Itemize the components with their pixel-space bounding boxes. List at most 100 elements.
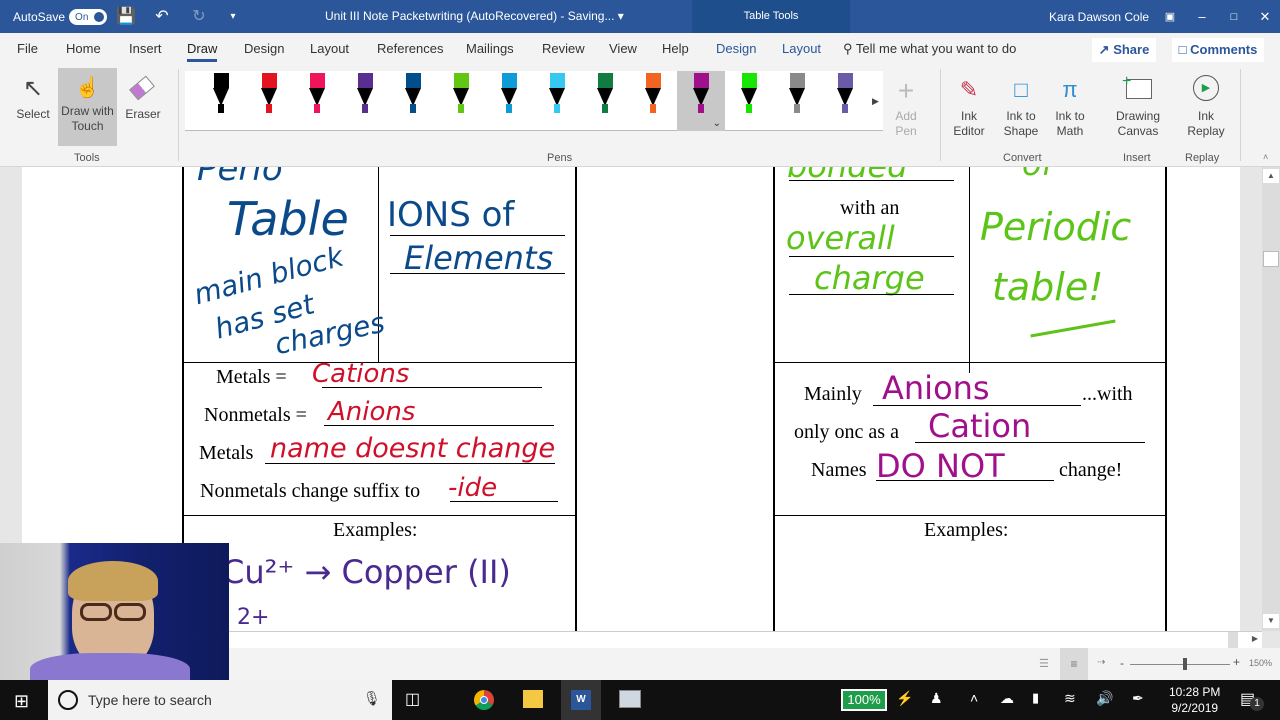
chevron-down-icon[interactable]: ⌄ bbox=[713, 118, 721, 129]
task-view-icon[interactable]: ◫ bbox=[405, 689, 420, 709]
close-button[interactable]: ✕ bbox=[1255, 7, 1275, 27]
status-bar: ☰ ≡ ⇢ - + 150% bbox=[229, 648, 1280, 680]
windows-start-icon[interactable]: ⊞ bbox=[14, 691, 29, 712]
pen-6[interactable] bbox=[485, 71, 533, 131]
add-pen-button[interactable]: + Add Pen bbox=[888, 77, 924, 147]
vertical-scrollbar[interactable]: ▲ ▼ bbox=[1262, 167, 1280, 631]
tab-home[interactable]: Home bbox=[66, 41, 101, 56]
zoom-out-button[interactable]: - bbox=[1120, 656, 1124, 670]
user-name[interactable]: Kara Dawson Cole bbox=[1049, 10, 1149, 24]
select-button[interactable]: ↖ Select bbox=[12, 71, 54, 141]
collapse-ribbon-icon[interactable]: ˄ bbox=[1263, 152, 1268, 162]
pen-7[interactable] bbox=[533, 71, 581, 131]
tell-me-search[interactable]: ⚲ Tell me what you want to do bbox=[843, 41, 1016, 57]
tab-help[interactable]: Help bbox=[662, 41, 689, 56]
zoom-in-button[interactable]: + bbox=[1233, 655, 1240, 669]
tab-mailings[interactable]: Mailings bbox=[466, 41, 514, 56]
tab-insert[interactable]: Insert bbox=[129, 41, 162, 56]
people-icon[interactable]: ♟ bbox=[930, 690, 943, 707]
scroll-up-icon[interactable]: ▲ bbox=[1263, 169, 1279, 183]
ink-ions-of: IONS of bbox=[387, 195, 515, 235]
pen-5[interactable] bbox=[437, 71, 485, 131]
zoom-slider[interactable] bbox=[1130, 664, 1230, 665]
battery-icon[interactable]: ▮ bbox=[1032, 690, 1039, 706]
suffix-label: Nonmetals change suffix to bbox=[200, 480, 421, 502]
tab-table-design[interactable]: Design bbox=[716, 41, 756, 56]
autosave-switch[interactable]: On bbox=[69, 9, 108, 25]
ink-elements: Elements bbox=[404, 239, 554, 277]
pen-workspace-icon[interactable]: ✒ bbox=[1132, 690, 1144, 707]
pens-scroll-right[interactable]: ▶ bbox=[872, 96, 879, 107]
taskbar-search[interactable]: Type here to search 🎙 bbox=[48, 680, 392, 720]
tab-view[interactable]: View bbox=[609, 41, 637, 56]
clock[interactable]: 10:28 PM 9/2/2019 bbox=[1169, 684, 1220, 716]
maximize-button[interactable]: □ bbox=[1224, 7, 1244, 27]
zoom-level[interactable]: 150% bbox=[1249, 658, 1272, 668]
action-center-icon[interactable]: ▤ 1 bbox=[1240, 689, 1264, 711]
pen-13[interactable] bbox=[821, 71, 869, 131]
ink-to-math-button[interactable]: π Ink to Math bbox=[1050, 73, 1090, 143]
app-icon[interactable] bbox=[619, 690, 641, 708]
names-label: Names bbox=[811, 459, 867, 481]
zoom-slider-thumb[interactable] bbox=[1183, 658, 1187, 670]
tab-review[interactable]: Review bbox=[542, 41, 585, 56]
pi-icon: π bbox=[1062, 77, 1078, 102]
webcam-overlay bbox=[0, 543, 229, 680]
minimize-button[interactable]: – bbox=[1192, 7, 1212, 27]
customize-qat-icon[interactable]: ▾ bbox=[223, 7, 243, 27]
pen-4[interactable] bbox=[389, 71, 437, 131]
word-taskbar-button[interactable]: W bbox=[561, 680, 601, 720]
scroll-down-icon[interactable]: ▼ bbox=[1263, 614, 1279, 628]
tab-draw[interactable]: Draw bbox=[187, 41, 218, 62]
touch-hand-icon: ☝ bbox=[75, 77, 100, 99]
volume-icon[interactable]: 🔊 bbox=[1096, 690, 1113, 707]
pen-11[interactable] bbox=[725, 71, 773, 131]
horizontal-scrollbar[interactable]: ▶ bbox=[229, 631, 1262, 648]
save-icon[interactable]: 💾 bbox=[116, 7, 136, 27]
pen-3[interactable] bbox=[341, 71, 389, 131]
eraser-button[interactable]: Eraser bbox=[122, 71, 164, 141]
microphone-icon[interactable]: 🎙 bbox=[363, 690, 381, 707]
print-layout-icon[interactable]: ≡ bbox=[1060, 648, 1088, 680]
pen-12[interactable] bbox=[773, 71, 821, 131]
tab-layout[interactable]: Layout bbox=[310, 41, 349, 56]
undo-icon[interactable]: ↶ bbox=[152, 7, 172, 27]
onedrive-icon[interactable]: ☁ bbox=[1000, 690, 1014, 707]
pen-0[interactable] bbox=[197, 71, 245, 131]
comments-button[interactable]: □ Comments bbox=[1172, 38, 1264, 62]
cortana-icon bbox=[58, 690, 78, 710]
scroll-right-icon[interactable]: ▶ bbox=[1252, 634, 1258, 643]
pens-gallery: ⌄ bbox=[185, 71, 883, 131]
document-title[interactable]: Unit III Note Packetwriting (AutoRecover… bbox=[325, 9, 624, 23]
ink-to-shape-button[interactable]: □ Ink to Shape bbox=[1000, 73, 1042, 143]
web-layout-icon[interactable]: ⇢ bbox=[1097, 657, 1105, 668]
show-hidden-icons[interactable]: ˄ bbox=[970, 690, 978, 706]
wifi-icon[interactable]: ≋ bbox=[1064, 690, 1076, 707]
tab-design[interactable]: Design bbox=[244, 41, 284, 56]
redo-icon[interactable]: ↻ bbox=[189, 7, 209, 27]
pen-8[interactable] bbox=[581, 71, 629, 131]
tab-references[interactable]: References bbox=[377, 41, 443, 56]
autosave-toggle[interactable]: AutoSave On bbox=[13, 9, 108, 25]
left-examples-label: Examples: bbox=[333, 519, 418, 541]
read-mode-icon[interactable]: ☰ bbox=[1039, 657, 1049, 670]
tab-table-layout[interactable]: Layout bbox=[782, 41, 821, 56]
pen-9[interactable] bbox=[629, 71, 677, 131]
pen-10[interactable]: ⌄ bbox=[677, 71, 725, 131]
tab-file[interactable]: File bbox=[17, 41, 38, 56]
ink-editor-button[interactable]: ✎ Ink Editor bbox=[950, 73, 988, 143]
pen-1[interactable] bbox=[245, 71, 293, 131]
ink-replay-button[interactable]: ▶ Ink Replay bbox=[1184, 73, 1228, 143]
scroll-thumb[interactable] bbox=[1263, 251, 1279, 267]
nonmetals-label: Nonmetals = bbox=[204, 404, 307, 426]
file-explorer-icon[interactable] bbox=[523, 690, 543, 708]
battery-indicator[interactable]: 100% bbox=[841, 689, 887, 711]
drawing-canvas-button[interactable]: + Drawing Canvas bbox=[1110, 73, 1166, 143]
autosave-label: AutoSave bbox=[13, 10, 66, 24]
share-button[interactable]: ↗ Share bbox=[1092, 38, 1156, 62]
draw-with-touch-button[interactable]: ☝ Draw with Touch bbox=[58, 68, 117, 146]
pen-2[interactable] bbox=[293, 71, 341, 131]
ribbon-display-icon[interactable]: ▣ bbox=[1160, 7, 1180, 27]
chrome-icon[interactable] bbox=[474, 690, 494, 710]
word-icon: W bbox=[571, 690, 591, 710]
